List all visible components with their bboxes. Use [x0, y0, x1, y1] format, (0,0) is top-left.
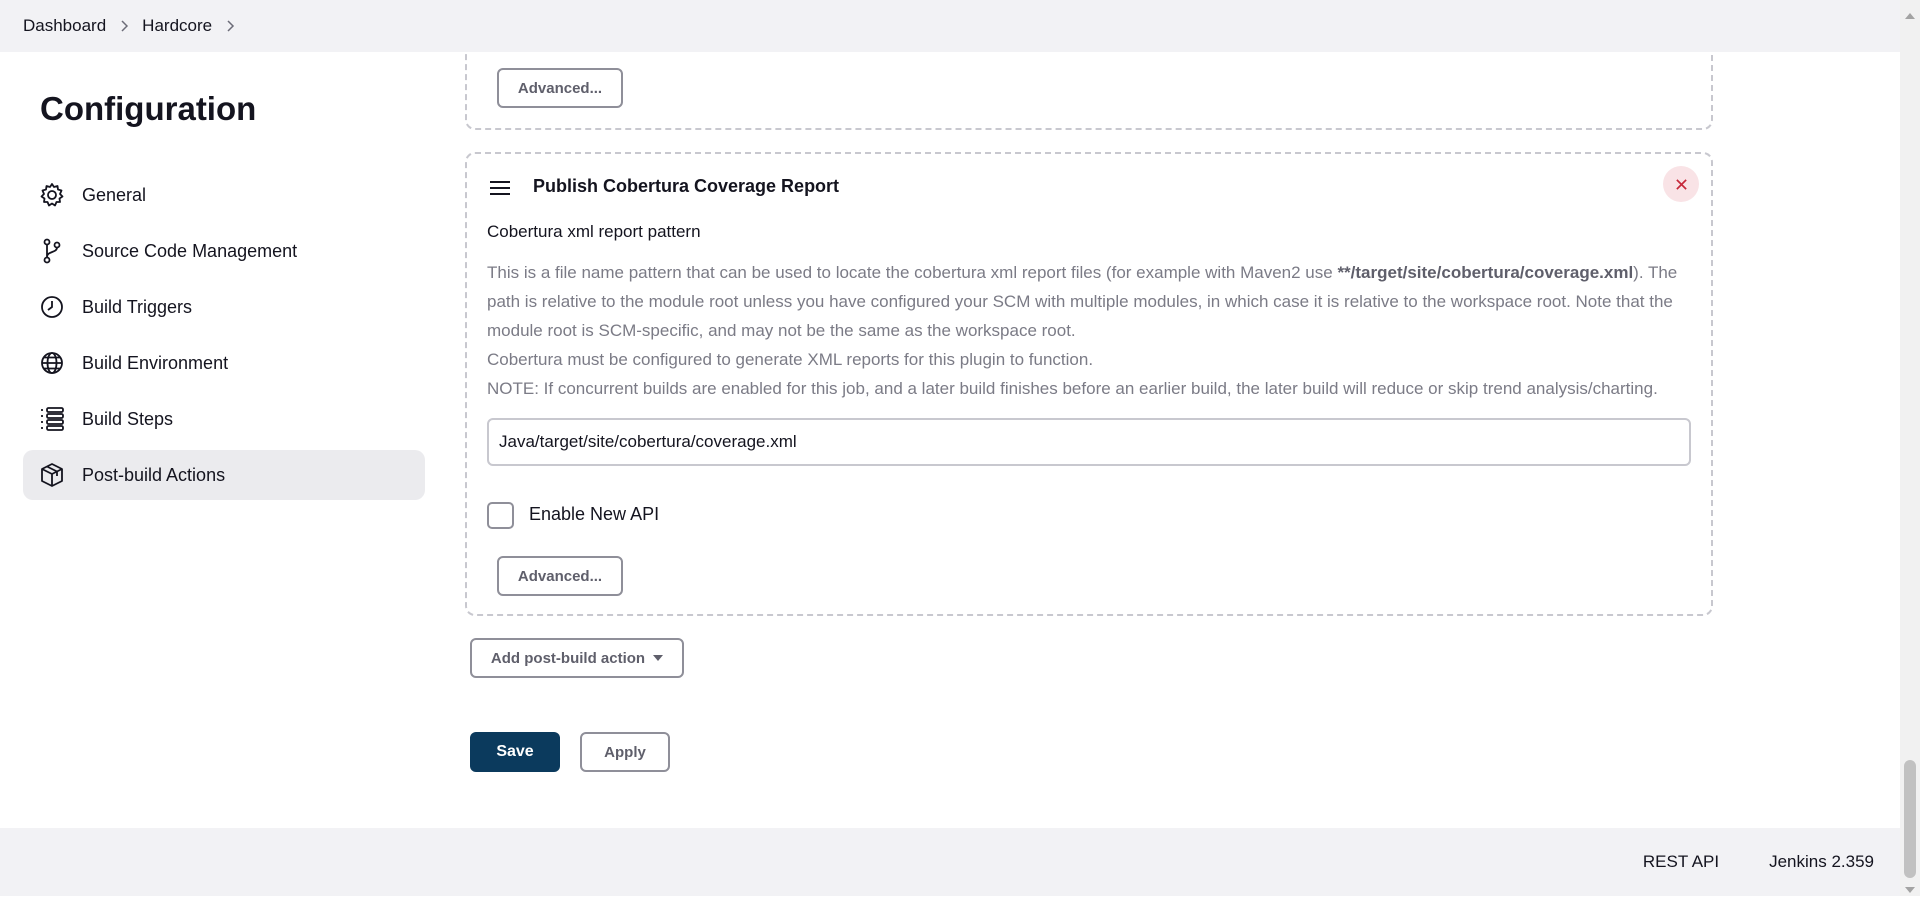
scrollbar-thumb[interactable]	[1904, 760, 1916, 878]
breadcrumb-hardcore[interactable]: Hardcore	[142, 16, 212, 36]
add-post-build-action-label: Add post-build action	[490, 649, 646, 667]
section-title: Publish Cobertura Coverage Report	[533, 176, 840, 196]
footer: REST API Jenkins 2.359	[0, 828, 1900, 896]
package-icon	[38, 461, 66, 489]
sidebar-item-label: Build Triggers	[82, 296, 193, 317]
report-pattern-label: Cobertura xml report pattern	[487, 222, 701, 241]
sidebar-item-label: Build Steps	[82, 408, 174, 429]
advanced-button[interactable]: Advanced...	[497, 556, 623, 596]
globe-icon	[38, 349, 66, 377]
close-icon	[1675, 178, 1687, 190]
help-line-2: Cobertura must be configured to generate…	[487, 350, 1094, 369]
help-text: This is a file name pattern that can be …	[487, 258, 1697, 403]
save-button[interactable]: Save	[470, 732, 560, 772]
jenkins-version-link[interactable]: Jenkins 2.359	[1769, 852, 1874, 872]
scroll-up-icon[interactable]	[1905, 6, 1915, 19]
report-pattern-input[interactable]	[487, 418, 1691, 466]
list-icon	[38, 405, 66, 433]
gear-icon	[38, 181, 66, 209]
add-post-build-action-button[interactable]: Add post-build action	[470, 638, 684, 678]
scroll-down-icon[interactable]	[1905, 882, 1915, 893]
sidebar-item-source-code-management[interactable]: Source Code Management	[23, 226, 425, 276]
advanced-button[interactable]: Advanced...	[497, 68, 623, 108]
branch-icon	[38, 237, 66, 265]
help-intro: This is a file name pattern that can be …	[487, 263, 1338, 282]
enable-new-api-label[interactable]: Enable New API	[529, 504, 659, 525]
sidebar-item-build-environment[interactable]: Build Environment	[23, 338, 425, 388]
config-sidebar: General Source Code Management Build Tri…	[23, 170, 425, 506]
apply-button[interactable]: Apply	[580, 732, 670, 772]
caret-down-icon	[653, 655, 664, 661]
cobertura-publisher-section: Publish Cobertura Coverage Report Cobert…	[465, 152, 1713, 616]
breadcrumb: Dashboard Hardcore	[0, 0, 1900, 52]
drag-handle-icon[interactable]	[489, 180, 511, 196]
help-example-path: **/target/site/cobertura/coverage.xml	[1337, 263, 1634, 282]
sidebar-item-label: Build Environment	[82, 352, 229, 373]
sidebar-item-build-triggers[interactable]: Build Triggers	[23, 282, 425, 332]
clock-icon	[38, 293, 66, 321]
help-line-3: NOTE: If concurrent builds are enabled f…	[487, 379, 1658, 398]
rest-api-link[interactable]: REST API	[1643, 852, 1719, 872]
chevron-right-icon[interactable]	[212, 20, 248, 32]
sidebar-item-label: General	[82, 184, 147, 205]
page-title: Configuration	[40, 90, 257, 127]
breadcrumb-dashboard[interactable]: Dashboard	[23, 16, 106, 36]
sidebar-item-label: Post-build Actions	[82, 464, 226, 485]
close-button[interactable]	[1663, 166, 1699, 202]
sidebar-item-build-steps[interactable]: Build Steps	[23, 394, 425, 444]
sidebar-item-label: Source Code Management	[82, 240, 298, 261]
chevron-right-icon[interactable]	[106, 20, 142, 32]
sidebar-item-general[interactable]: General	[23, 170, 425, 220]
sidebar-item-post-build-actions[interactable]: Post-build Actions	[23, 450, 425, 500]
enable-new-api-checkbox[interactable]	[487, 502, 514, 529]
